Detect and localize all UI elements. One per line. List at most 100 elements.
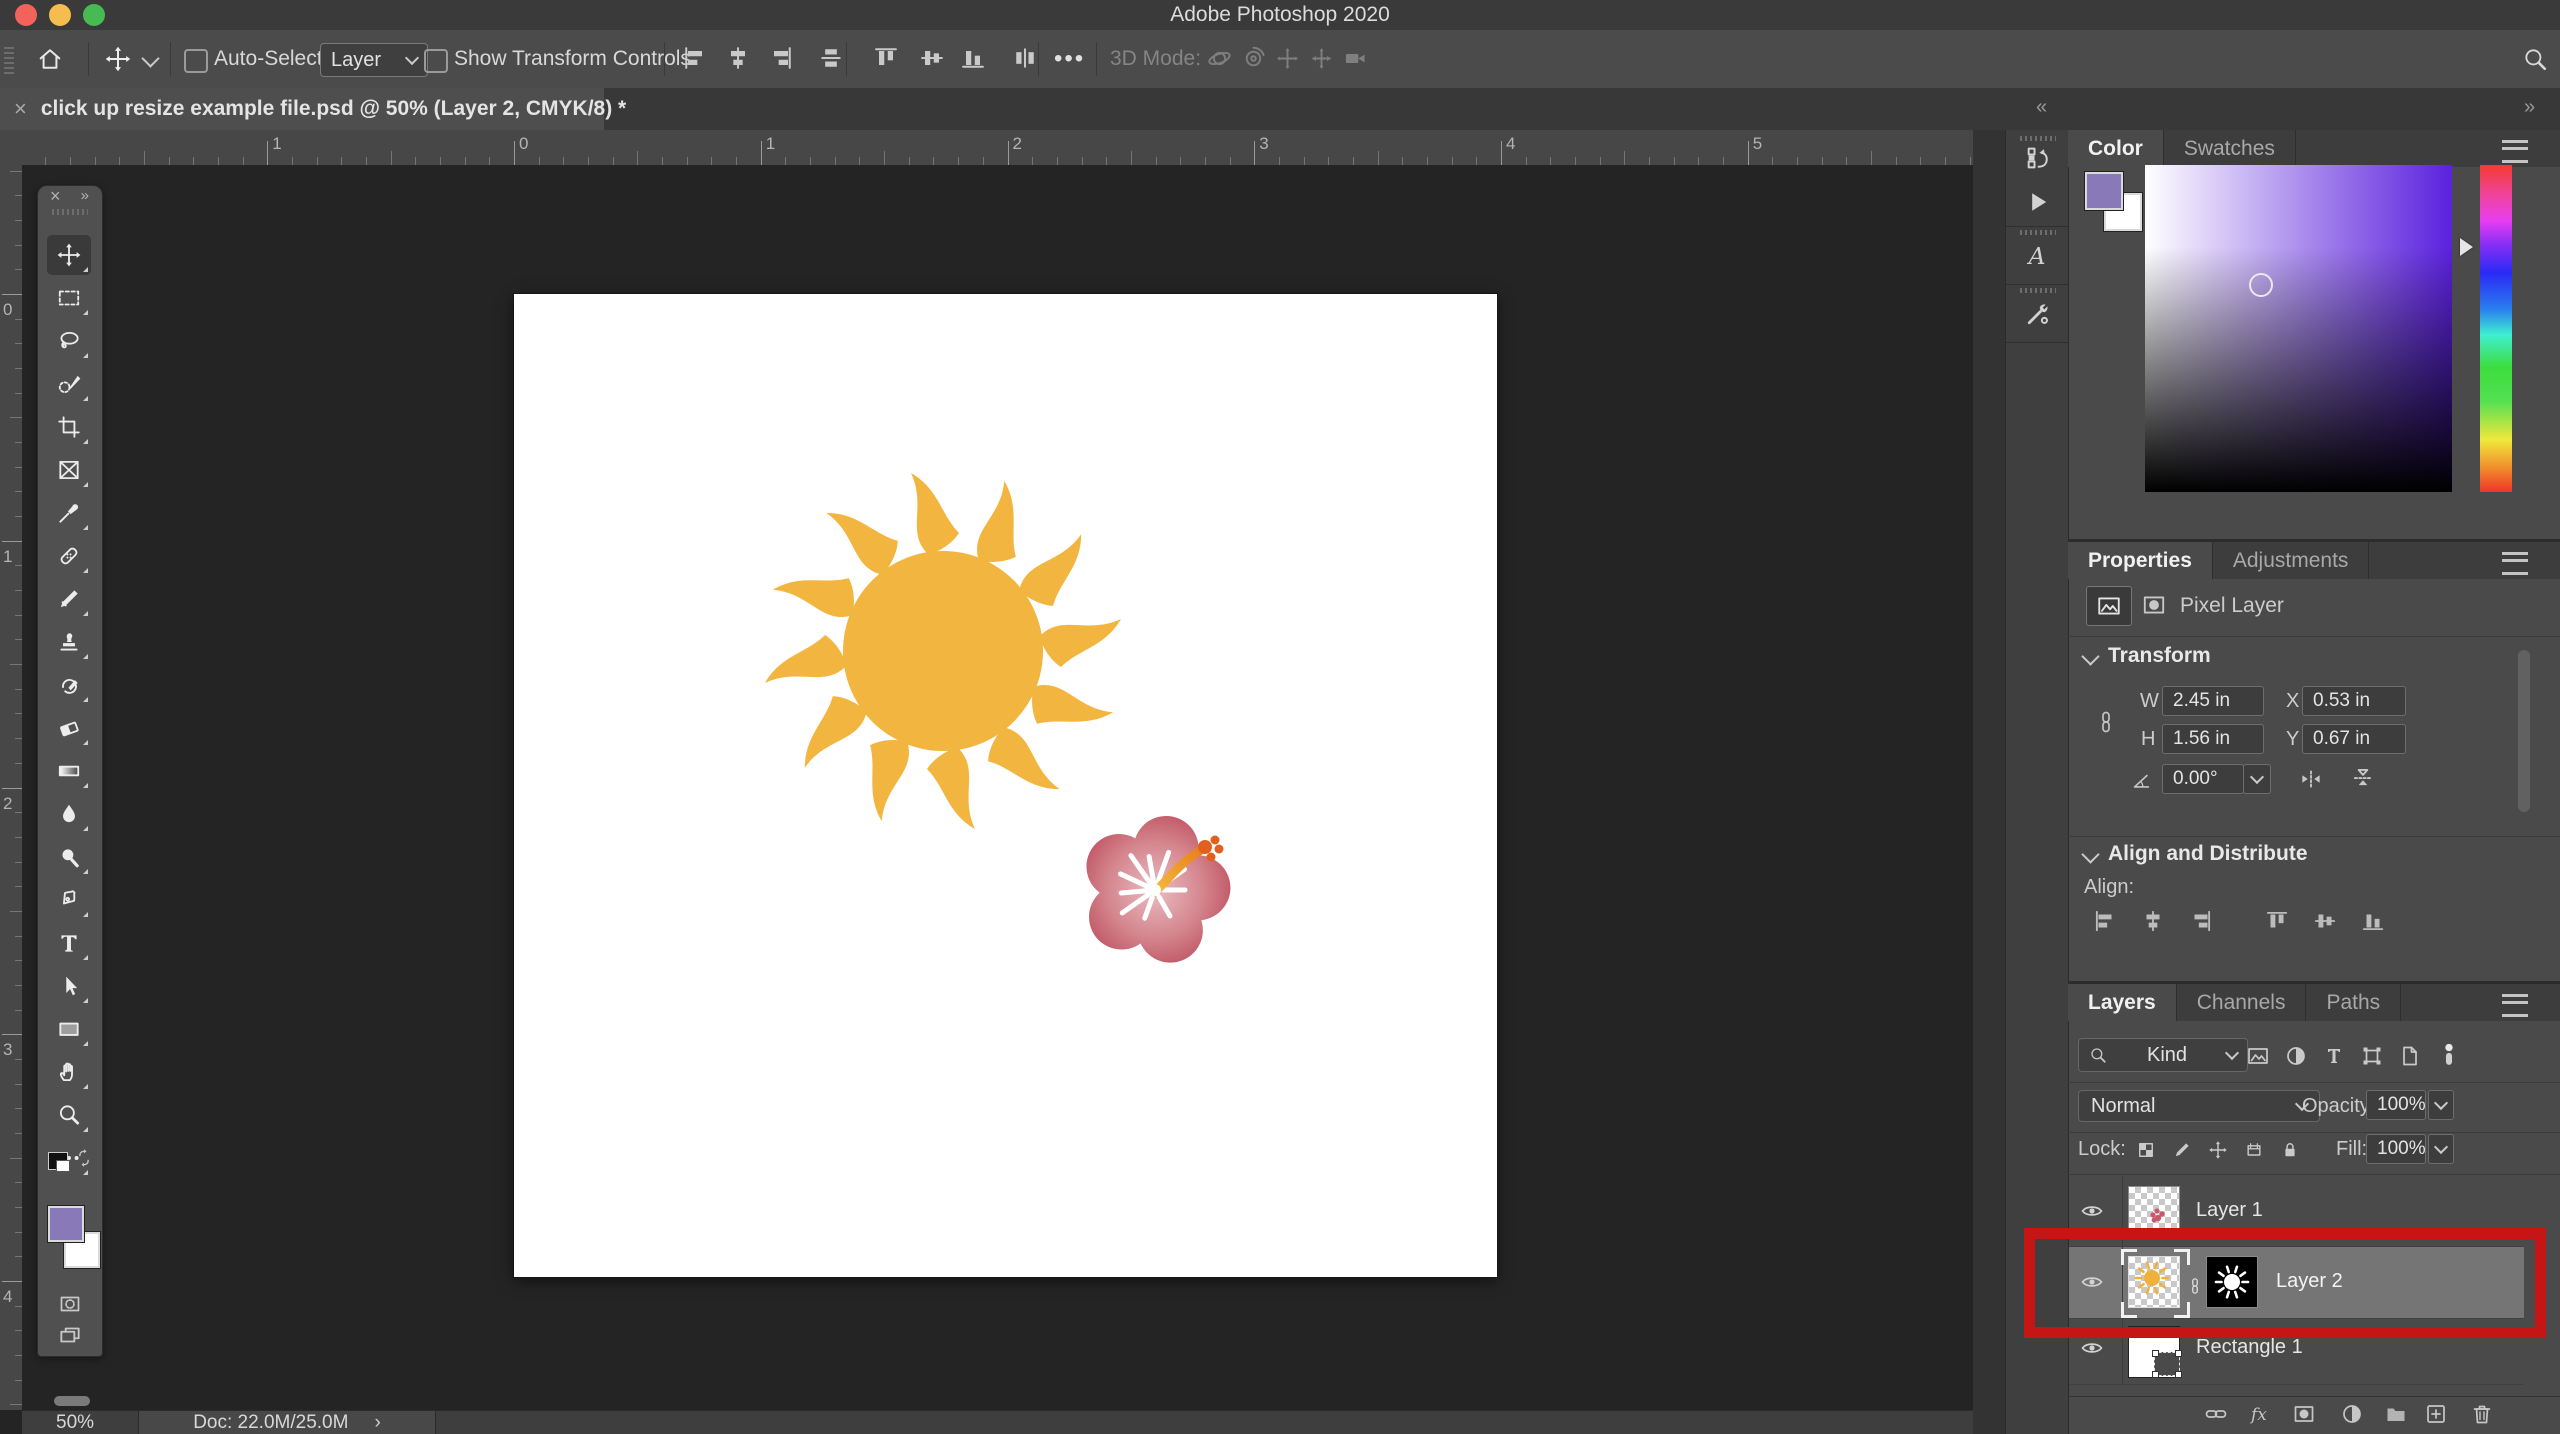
camera-3d-icon[interactable] [1342,45,1369,72]
canvas[interactable] [514,294,1497,1277]
rotate-angle-field[interactable]: 0.00° [2162,764,2244,794]
tab-adjustments[interactable]: Adjustments [2213,542,2370,579]
align-left-edges-icon[interactable] [2092,908,2118,934]
align-vertical-centers-icon[interactable] [2312,908,2338,934]
toolbar-grip[interactable] [52,209,88,215]
opacity-field[interactable]: 100% [2366,1090,2426,1120]
options-bar-grip[interactable] [4,44,14,74]
new-adjustment-icon[interactable] [2340,1402,2364,1426]
hand-tool[interactable] [47,1052,91,1092]
tools-panel-icon[interactable] [2024,300,2052,328]
horizontal-scrollbar-thumb[interactable] [54,1396,90,1406]
filter-toggle-icon[interactable] [2436,1036,2462,1072]
horizontal-ruler[interactable]: 1012345 [22,130,1973,166]
slide-3d-icon[interactable] [1308,45,1335,72]
collapse-icon-dock-button[interactable]: « [2036,96,2049,119]
y-position-field[interactable]: 0.67 in [2302,724,2406,754]
zoom-tool[interactable] [47,1095,91,1135]
zoom-level-field[interactable]: 50% [56,1412,94,1434]
frame-tool[interactable] [47,450,91,490]
object-selection-tool[interactable] [47,364,91,404]
toolbar-double-column-icon[interactable]: » [81,187,90,204]
foreground-color-swatch[interactable] [48,1206,84,1242]
tab-color[interactable]: Color [2068,130,2164,167]
vertical-ruler[interactable]: 01234 [0,165,23,1410]
rectangle-tool[interactable] [47,1009,91,1049]
status-expand-icon[interactable]: › [374,1412,380,1434]
flip-horizontal-icon[interactable] [2298,766,2324,792]
crop-tool[interactable] [47,407,91,447]
lock-paint-icon[interactable] [2172,1140,2192,1160]
add-mask-icon[interactable] [2292,1402,2316,1426]
align-horizontal-centers-icon[interactable] [724,44,752,72]
properties-scrollbar[interactable] [2518,650,2530,812]
brush-tool[interactable] [47,579,91,619]
align-bottom-edges-icon[interactable] [2360,908,2386,934]
align-bottom-edges-icon[interactable] [959,44,987,72]
lock-move-icon[interactable] [2208,1140,2228,1160]
pen-tool[interactable] [47,880,91,920]
show-transform-checkbox[interactable] [424,49,448,73]
gradient-tool[interactable] [47,751,91,791]
search-icon[interactable] [2522,46,2548,72]
align-horizontal-centers-icon[interactable] [2140,908,2166,934]
close-document-icon[interactable]: × [14,96,27,122]
tool-preset-chevron-icon[interactable] [141,49,159,67]
layers-panel-menu-icon[interactable] [2502,994,2528,1017]
history-brush-tool[interactable] [47,665,91,705]
home-icon[interactable] [36,45,64,73]
quick-mask-icon[interactable] [56,1292,84,1316]
align-left-edges-icon[interactable] [681,44,709,72]
shape-layer-filter-icon[interactable] [2360,1044,2384,1068]
healing-brush-tool[interactable] [47,536,91,576]
tab-channels[interactable]: Channels [2177,984,2307,1021]
collapse-panel-dock-button[interactable]: » [2524,96,2537,119]
adjustment-layer-filter-icon[interactable] [2284,1044,2308,1068]
fill-dropdown[interactable] [2428,1134,2454,1164]
actions-panel-icon[interactable] [2024,188,2052,216]
clone-stamp-tool[interactable] [47,622,91,662]
link-dimensions-icon[interactable] [2094,700,2118,744]
screen-mode-icon[interactable] [56,1322,84,1348]
eraser-tool[interactable] [47,708,91,748]
tab-layers[interactable]: Layers [2068,984,2177,1021]
distribute-horizontal-centers-icon[interactable] [1011,44,1039,72]
layer-name[interactable]: Layer 1 [2196,1199,2263,1222]
delete-layer-icon[interactable] [2470,1402,2494,1426]
mask-properties-button[interactable] [2140,592,2168,618]
history-panel-icon[interactable] [2024,144,2052,172]
path-selection-tool[interactable] [47,966,91,1006]
lock-all-icon[interactable] [2280,1140,2300,1160]
blend-mode-dropdown[interactable]: Normal [2078,1090,2320,1122]
pan-3d-icon[interactable] [1274,45,1301,72]
width-field[interactable]: 2.45 in [2162,686,2264,716]
pixel-layer-properties-button[interactable] [2086,586,2132,626]
height-field[interactable]: 1.56 in [2162,724,2264,754]
lock-transparency-icon[interactable] [2136,1140,2156,1160]
flip-vertical-icon[interactable] [2350,764,2376,790]
lock-artboard-icon[interactable] [2244,1140,2264,1160]
color-saturation-field[interactable] [2145,165,2452,492]
align-right-edges-icon[interactable] [767,44,795,72]
opacity-dropdown[interactable] [2428,1090,2454,1120]
hue-slider-thumb[interactable] [2460,238,2473,256]
layer-style-fx-icon[interactable]: fx [2248,1402,2272,1426]
blur-tool[interactable] [47,794,91,834]
move-tool[interactable] [47,235,91,275]
orbit-3d-icon[interactable] [1206,45,1233,72]
more-options-button[interactable]: ••• [1054,45,1085,73]
visibility-eye-icon[interactable] [2078,1199,2106,1223]
tab-paths[interactable]: Paths [2306,984,2401,1021]
align-top-edges-icon[interactable] [872,44,900,72]
align-right-edges-icon[interactable] [2188,908,2214,934]
roll-3d-icon[interactable] [1240,45,1267,72]
layer-name[interactable]: Rectangle 1 [2196,1336,2303,1359]
layer-filter-dropdown[interactable]: Kind [2078,1038,2248,1072]
distribute-vertical-centers-icon[interactable] [817,44,845,72]
eyedropper-tool[interactable] [47,493,91,533]
character-panel-icon[interactable]: A [2024,242,2052,270]
x-position-field[interactable]: 0.53 in [2302,686,2406,716]
properties-panel-menu-icon[interactable] [2502,552,2528,575]
pixel-layer-filter-icon[interactable] [2246,1044,2270,1068]
dodge-tool[interactable] [47,837,91,877]
